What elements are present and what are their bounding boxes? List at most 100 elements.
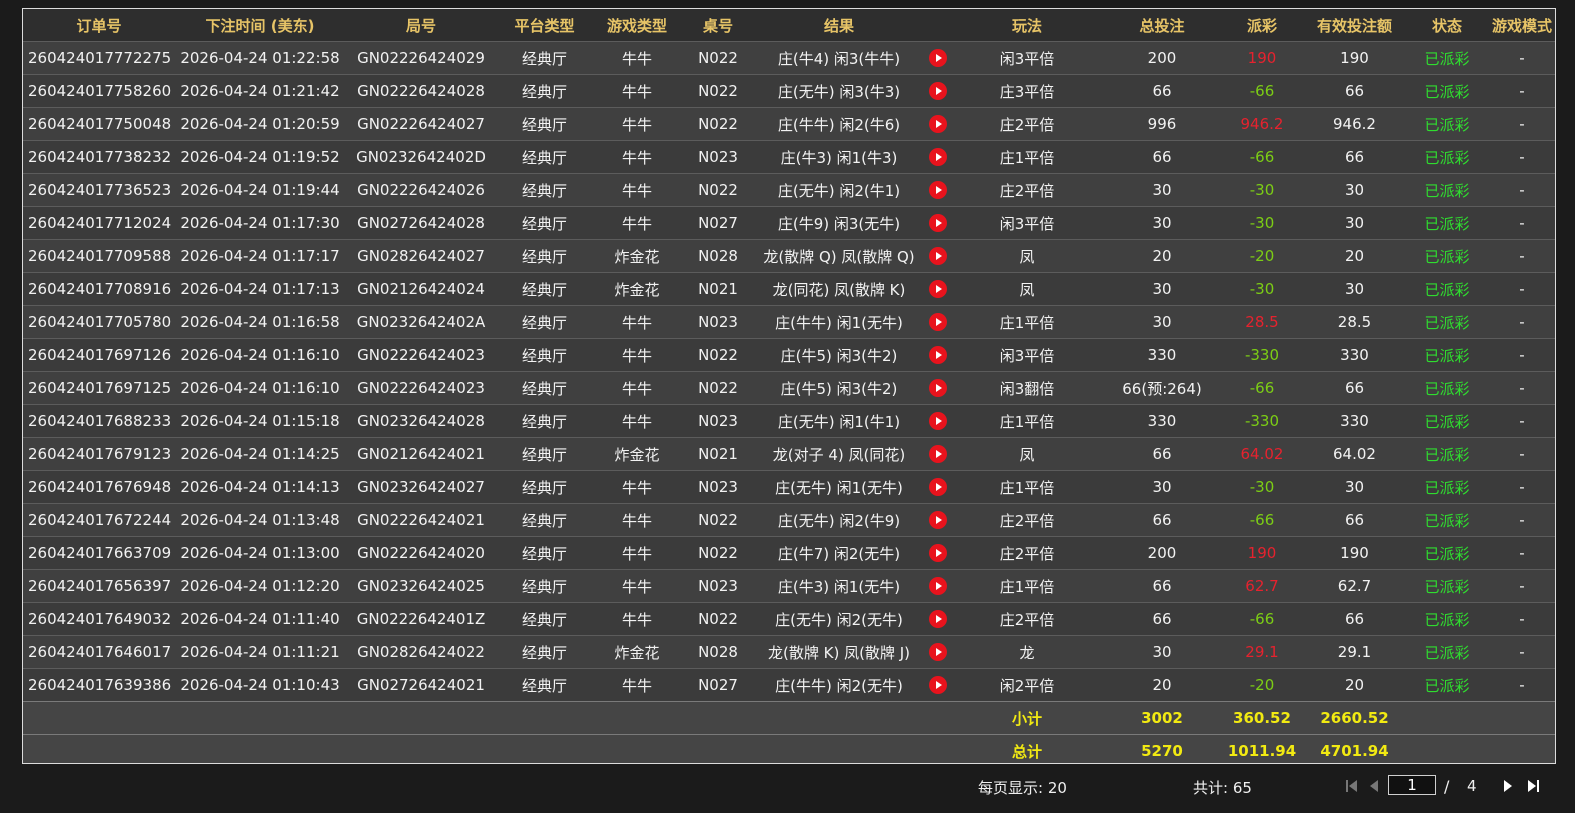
- cell-payout: -30: [1222, 272, 1302, 306]
- play-circle-icon[interactable]: [929, 181, 947, 200]
- cell-table-number: N022: [682, 41, 754, 75]
- prev-page-icon[interactable]: [1366, 777, 1386, 795]
- play-circle-icon[interactable]: [929, 445, 947, 464]
- cell-order-number: 260424017705780: [23, 305, 175, 339]
- cell-status: 已派彩: [1407, 41, 1487, 75]
- play-circle-icon[interactable]: [929, 379, 947, 398]
- cell-replay: [924, 536, 952, 570]
- cell-game-mode: -: [1487, 173, 1555, 207]
- cell-table-number: N021: [682, 272, 754, 306]
- cell-payout: 190: [1222, 41, 1302, 75]
- cell-valid-bet: 330: [1302, 404, 1407, 438]
- play-circle-icon[interactable]: [929, 148, 947, 167]
- play-circle-icon[interactable]: [929, 247, 947, 266]
- subtotal-row: 小计 3002 360.52 2660.52: [23, 701, 1555, 735]
- cell-round-number: GN02326424027: [345, 470, 497, 504]
- cell-table-number: N022: [682, 107, 754, 141]
- cell-play-type: 凤: [952, 437, 1102, 471]
- cell-play-type: 庄2平倍: [952, 173, 1102, 207]
- cell-table-number: N023: [682, 305, 754, 339]
- cell-payout: 190: [1222, 536, 1302, 570]
- play-circle-icon[interactable]: [929, 577, 947, 596]
- cell-game-mode: -: [1487, 602, 1555, 636]
- cell-platform: 经典厅: [497, 305, 592, 339]
- play-circle-icon[interactable]: [929, 511, 947, 530]
- cell-bet-time: 2026-04-24 01:17:17: [175, 239, 345, 273]
- cell-round-number: GN02226424027: [345, 107, 497, 141]
- cell-bet-time: 2026-04-24 01:16:10: [175, 338, 345, 372]
- table-row: 260424017646017 2026-04-24 01:11:21 GN0282…: [23, 635, 1555, 669]
- cell-status: 已派彩: [1407, 668, 1487, 702]
- cell-total-bet: 66: [1102, 437, 1222, 471]
- cell-platform: 经典厅: [497, 239, 592, 273]
- cell-total-bet: 200: [1102, 41, 1222, 75]
- cell-platform: 经典厅: [497, 536, 592, 570]
- cell-result: 龙(对子 4) 凤(同花): [754, 437, 924, 471]
- page-number-input[interactable]: [1388, 775, 1436, 795]
- cell-order-number: 260424017679123: [23, 437, 175, 471]
- cell-payout: -330: [1222, 404, 1302, 438]
- per-page-label: 每页显示: 20: [978, 779, 1067, 797]
- cell-valid-bet: 64.02: [1302, 437, 1407, 471]
- play-circle-icon[interactable]: [929, 412, 947, 431]
- cell-status: 已派彩: [1407, 569, 1487, 603]
- play-circle-icon[interactable]: [929, 214, 947, 233]
- col-header-total-bet: 总投注: [1102, 9, 1222, 42]
- play-circle-icon[interactable]: [929, 676, 947, 695]
- cell-game-type: 牛牛: [592, 107, 682, 141]
- cell-play-type: 闲2平倍: [952, 668, 1102, 702]
- cell-total-bet: 30: [1102, 173, 1222, 207]
- cell-platform: 经典厅: [497, 470, 592, 504]
- next-page-icon[interactable]: [1500, 777, 1520, 795]
- play-circle-icon[interactable]: [929, 313, 947, 332]
- cell-replay: [924, 239, 952, 273]
- cell-status: 已派彩: [1407, 338, 1487, 372]
- cell-payout: -66: [1222, 140, 1302, 174]
- cell-payout: -66: [1222, 371, 1302, 405]
- cell-order-number: 260424017738232: [23, 140, 175, 174]
- cell-valid-bet: 66: [1302, 503, 1407, 537]
- play-circle-icon[interactable]: [929, 544, 947, 563]
- cell-bet-time: 2026-04-24 01:12:20: [175, 569, 345, 603]
- last-page-icon[interactable]: [1526, 777, 1546, 795]
- cell-platform: 经典厅: [497, 206, 592, 240]
- cell-replay: [924, 404, 952, 438]
- table-row: 260424017738232 2026-04-24 01:19:52 GN0232…: [23, 140, 1555, 174]
- cell-valid-bet: 20: [1302, 239, 1407, 273]
- cell-play-type: 庄2平倍: [952, 602, 1102, 636]
- play-circle-icon[interactable]: [929, 82, 947, 101]
- play-circle-icon[interactable]: [929, 346, 947, 365]
- cell-platform: 经典厅: [497, 173, 592, 207]
- cell-order-number: 260424017736523: [23, 173, 175, 207]
- col-header-game-type: 游戏类型: [592, 9, 682, 42]
- cell-round-number: GN0232642402D: [345, 140, 497, 174]
- cell-round-number: GN02326424028: [345, 404, 497, 438]
- play-circle-icon[interactable]: [929, 49, 947, 68]
- cell-bet-time: 2026-04-24 01:13:00: [175, 536, 345, 570]
- cell-status: 已派彩: [1407, 602, 1487, 636]
- cell-round-number: GN02126424021: [345, 437, 497, 471]
- table-row: 260424017708916 2026-04-24 01:17:13 GN0212…: [23, 272, 1555, 306]
- play-circle-icon[interactable]: [929, 610, 947, 629]
- cell-status: 已派彩: [1407, 206, 1487, 240]
- total-pages: 4: [1467, 777, 1477, 795]
- cell-table-number: N023: [682, 140, 754, 174]
- play-circle-icon[interactable]: [929, 280, 947, 299]
- cell-valid-bet: 30: [1302, 173, 1407, 207]
- play-circle-icon[interactable]: [929, 115, 947, 134]
- cell-play-type: 庄2平倍: [952, 536, 1102, 570]
- cell-play-type: 凤: [952, 272, 1102, 306]
- cell-status: 已派彩: [1407, 404, 1487, 438]
- cell-play-type: 庄2平倍: [952, 503, 1102, 537]
- cell-round-number: GN02326424025: [345, 569, 497, 603]
- cell-bet-time: 2026-04-24 01:16:58: [175, 305, 345, 339]
- play-circle-icon[interactable]: [929, 643, 947, 662]
- col-header-status: 状态: [1407, 9, 1487, 42]
- cell-game-type: 牛牛: [592, 305, 682, 339]
- table-row: 260424017736523 2026-04-24 01:19:44 GN0222…: [23, 173, 1555, 207]
- first-page-icon[interactable]: [1344, 777, 1364, 795]
- col-header-play: 玩法: [952, 9, 1102, 42]
- play-circle-icon[interactable]: [929, 478, 947, 497]
- cell-total-bet: 66: [1102, 602, 1222, 636]
- cell-valid-bet: 190: [1302, 41, 1407, 75]
